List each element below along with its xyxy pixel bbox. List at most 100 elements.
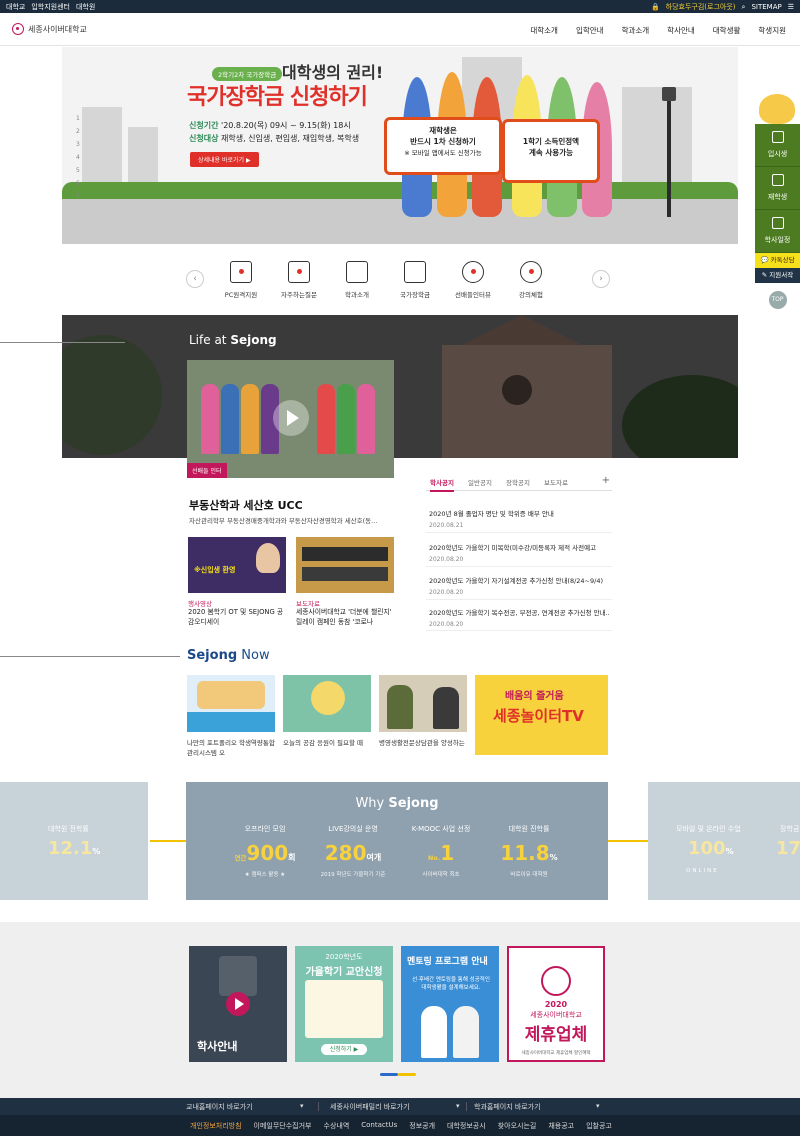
side-item-prospective[interactable]: 입시생 <box>755 124 800 167</box>
logo-text: 세종사이버대학교 <box>28 24 87 34</box>
notice-item[interactable]: 2020학년도 가을학기 복수전공, 부전공, 연계전공 추가신청 안내... … <box>429 607 609 628</box>
life-title-bold: Sejong <box>230 333 277 347</box>
apply-button[interactable]: 신청하기 ▶ <box>321 1044 367 1055</box>
banner-title: 가을학기 교안신청 <box>305 967 383 978</box>
quick-item-lecture-trial[interactable]: 강의체험 <box>506 258 556 299</box>
hero-detail-button[interactable]: 상세내용 바로가기 ▶ <box>190 152 259 167</box>
quick-next-arrow-icon[interactable]: › <box>592 270 610 288</box>
footer-link[interactable]: ContactUs <box>361 1121 397 1131</box>
quick-item-scholarship[interactable]: 국가장학금 <box>390 258 440 299</box>
why-stat: K-MOOC 사업 선정 No.1 사이버대학 최초 <box>398 824 484 878</box>
now-thumb-counselor[interactable] <box>379 675 467 732</box>
footer-link[interactable]: 입찰공고 <box>586 1121 612 1131</box>
footer-link[interactable]: 개인정보처리방침 <box>190 1121 242 1131</box>
quick-item-interview[interactable]: 선배들인터뷰 <box>448 258 498 299</box>
banner-course-material[interactable]: 2020학년도 가을학기 교안신청 신청하기 ▶ <box>295 946 393 1062</box>
chevron-down-icon[interactable]: ▾ <box>300 1102 304 1110</box>
footer-link[interactable]: 대학정보공시 <box>447 1121 486 1131</box>
select-campus-sites[interactable]: 교내홈페이지 바로가기 <box>186 1102 253 1112</box>
kakao-chat-button[interactable]: 💬 카톡상담 <box>755 253 800 268</box>
banner-academic-info[interactable]: 학사안내 <box>189 946 287 1062</box>
application-button[interactable]: ✎ 지원서작 <box>755 268 800 283</box>
chevron-down-icon[interactable]: ▾ <box>456 1102 460 1110</box>
play-icon[interactable] <box>273 400 309 436</box>
footer-link[interactable]: 찾아오시는길 <box>498 1121 537 1131</box>
site-logo[interactable]: 세종사이버대학교 <box>12 23 87 35</box>
pager-item[interactable]: 1 <box>76 112 80 125</box>
pager-item[interactable]: 6 <box>76 177 80 190</box>
now-caption[interactable]: 병영생활전문상담관을 양성하는 <box>379 738 471 748</box>
nav-admission[interactable]: 입학안내 <box>576 25 604 36</box>
tab-general-notice[interactable]: 일반공지 <box>468 477 492 487</box>
life-item-title[interactable]: 세종사이버대학교 '더분에 챌린지' 릴레이 캠페인 동참 '코로나 <box>296 607 396 627</box>
select-department-sites[interactable]: 학과홈페이지 바로가기 <box>474 1102 541 1112</box>
notice-item[interactable]: 2020학년도 가을학기 자기설계전공 추가신청 안내(8/24~9/4) 20… <box>429 575 609 596</box>
sejong-playground-tv-banner[interactable]: 배움의 즐거움 세종놀이터TV <box>475 675 608 755</box>
quick-item-departments[interactable]: 학과소개 <box>332 258 382 299</box>
featured-video-title[interactable]: 부동산학과 세산호 UCC <box>189 497 303 513</box>
pager-item[interactable]: 3 <box>76 138 80 151</box>
topbar-link-admission[interactable]: 입학지원센터 <box>31 2 70 12</box>
more-notice-button[interactable]: + <box>602 475 610 486</box>
now-caption[interactable]: 오늘의 공감 응원이 필요할 때 <box>283 738 375 748</box>
nav-student-support[interactable]: 학생지원 <box>758 25 786 36</box>
logout-link[interactable]: 하당효두구김(로그아웃) <box>666 2 736 12</box>
pager-item[interactable]: 5 <box>76 164 80 177</box>
banner-desc: 선·후배간 멘토링을 통해 성공적인 대학생활을 설계해보세요. <box>412 977 490 991</box>
life-thumb-press[interactable] <box>296 537 394 593</box>
why-prev-slide: 대학원 진학률 12.1% <box>0 782 148 900</box>
notice-item[interactable]: 2020학년도 가을학기 미복학(미수강/미등록자 제적 사전예고 2020.0… <box>429 542 609 563</box>
quick-item-pc-support[interactable]: PC원격지원 <box>216 258 266 299</box>
pagination-dot[interactable] <box>380 1073 398 1076</box>
search-icon[interactable]: ⌕ <box>742 3 746 12</box>
topbar-link-graduate[interactable]: 대학원 <box>76 2 95 12</box>
sign1-line1: 재학생은 <box>429 126 457 135</box>
life-thumb-ot[interactable]: ※신입생 환영 <box>188 537 286 593</box>
pager-item[interactable]: 4 <box>76 151 80 164</box>
select-family-sites[interactable]: 세종사이버패밀리 바로가기 <box>330 1102 410 1112</box>
nav-campus-life[interactable]: 대학생활 <box>713 25 741 36</box>
nav-academics[interactable]: 학사안내 <box>667 25 695 36</box>
side-quick-panel: 입시생 재학생 학사일정 💬 카톡상담 ✎ 지원서작 TOP <box>755 94 800 309</box>
banner-mentoring[interactable]: 멘토링 프로그램 안내 선·후배간 멘토링을 통해 성공적인 대학생활을 설계해… <box>401 946 499 1062</box>
sitemap-link[interactable]: SITEMAP <box>751 3 781 11</box>
question-bubble-icon <box>288 261 310 283</box>
hero-banner[interactable]: 2학기2차 국가장학금 대학생의 권리! 국가장학금 신청하기 신청기간 '20… <box>62 47 738 244</box>
footer-link[interactable]: 채용공고 <box>548 1121 574 1131</box>
sign1-line3: ※ 모바일 앱에서도 신청가능 <box>404 149 482 157</box>
quick-item-faq[interactable]: 자주하는질문 <box>274 258 324 299</box>
now-thumb-portfolio[interactable] <box>187 675 275 732</box>
divider <box>426 599 612 600</box>
play-circle-icon <box>520 261 542 283</box>
notice-item[interactable]: 2020년 8월 졸업자 명단 및 학위증 배부 안내 2020.08.21 <box>429 508 609 529</box>
nav-departments[interactable]: 학과소개 <box>622 25 650 36</box>
quick-prev-arrow-icon[interactable]: ‹ <box>186 270 204 288</box>
banner-partners[interactable]: 2020 세종사이버대학교 제휴업체 세종사이버대학교 제휴업체 할인혜택 <box>507 946 605 1062</box>
footer-link[interactable]: 수상내역 <box>324 1121 350 1131</box>
hero-title-line2: 국가장학금 신청하기 <box>187 85 368 110</box>
side-item-calendar[interactable]: 학사일정 <box>755 210 800 253</box>
footer-family-links: 교내홈페이지 바로가기 ▾ 세종사이버패밀리 바로가기 ▾ 학과홈페이지 바로가… <box>0 1098 800 1115</box>
side-label: 재학생 <box>767 193 788 201</box>
featured-video[interactable]: 선배들 인터 <box>187 360 394 478</box>
scroll-top-button[interactable]: TOP <box>768 291 787 309</box>
now-caption[interactable]: 나만의 포트폴리오 학생역량통합관리시스템 오 <box>187 738 279 758</box>
stat-caption: ★ 캠퍼스 활동 ★ <box>244 872 286 878</box>
tab-academic-notice[interactable]: 학사공지 <box>430 477 454 492</box>
pager-item[interactable]: 2 <box>76 125 80 138</box>
chevron-down-icon[interactable]: ▾ <box>596 1102 600 1110</box>
pager-item[interactable]: 7 <box>76 190 80 203</box>
side-item-student[interactable]: 재학생 <box>755 167 800 210</box>
nav-about[interactable]: 대학소개 <box>530 25 558 36</box>
now-title-bold: Sejong <box>187 648 238 663</box>
tab-scholarship-notice[interactable]: 장학공지 <box>506 477 530 487</box>
menu-icon[interactable]: ☰ <box>788 3 794 11</box>
now-thumb-empathy[interactable] <box>283 675 371 732</box>
pagination-dot[interactable] <box>398 1073 416 1076</box>
tab-press[interactable]: 보도자료 <box>544 477 568 487</box>
footer-link[interactable]: 정보공개 <box>409 1121 435 1131</box>
footer-link[interactable]: 이메일무단수집거부 <box>254 1121 312 1131</box>
topbar-link-university[interactable]: 대학교 <box>6 2 25 12</box>
featured-video-desc: 자산관리학부 부동산경매중개학과와 부동산자산경영학과 세산호(동... <box>189 517 378 525</box>
life-item-title[interactable]: 2020 봄학기 OT 및 SEJONG 공감오디세이 <box>188 607 288 627</box>
